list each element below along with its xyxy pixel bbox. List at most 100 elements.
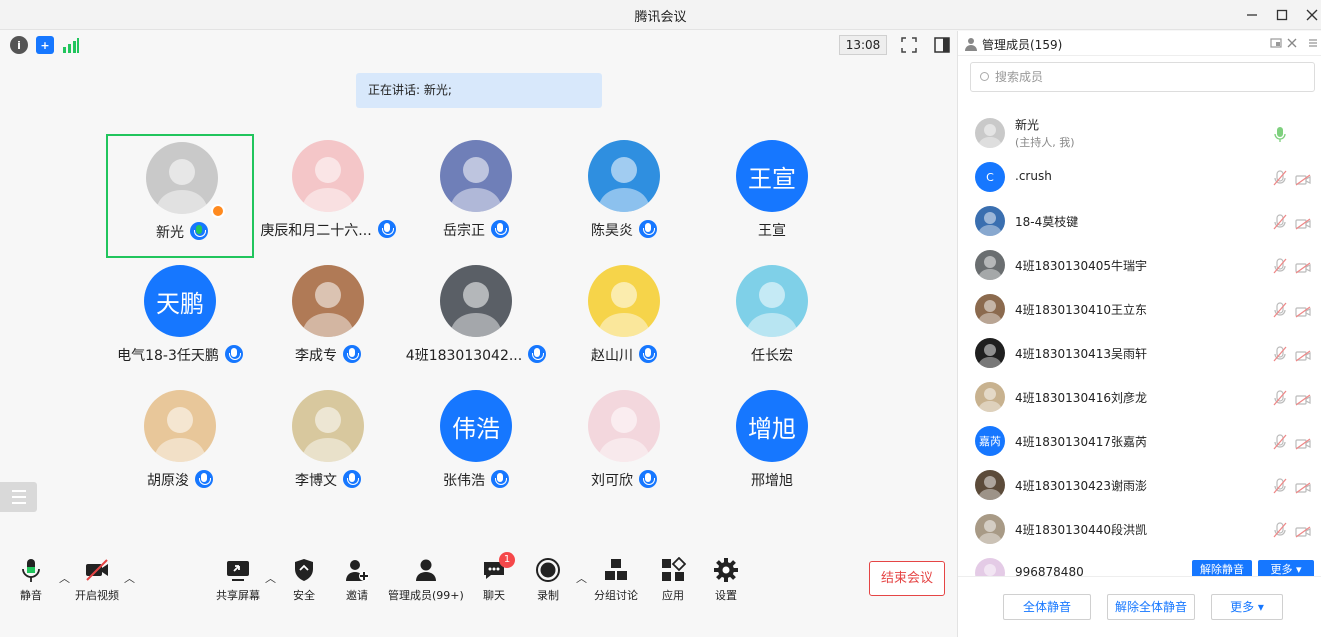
member-mic-muted-icon[interactable] (1273, 258, 1287, 274)
participant-tile[interactable]: 天鹏 电气18-3任天鹏 (106, 259, 254, 383)
participant-name: 赵山川 (550, 345, 698, 365)
member-row[interactable]: C .crush (958, 155, 1321, 199)
member-camera-off-icon[interactable] (1295, 171, 1311, 186)
member-mic-on-icon[interactable] (1273, 126, 1287, 142)
participant-name: 庚辰和月二十六... (254, 220, 402, 240)
breakout-label: 分组讨论 (594, 589, 638, 602)
minimize-button[interactable] (1240, 3, 1264, 27)
record-options-chevron[interactable]: ︿ (576, 570, 587, 586)
maximize-button[interactable] (1270, 3, 1294, 27)
panel-menu-icon[interactable] (1308, 37, 1318, 49)
member-camera-off-icon[interactable] (1295, 523, 1311, 538)
member-camera-off-icon[interactable] (1295, 391, 1311, 406)
mute-all-button[interactable]: 全体静音 (1003, 594, 1091, 620)
member-name: 4班1830130440段洪凯 (1015, 523, 1147, 537)
signal-icon[interactable] (62, 36, 80, 54)
invite-button[interactable]: 邀请 (344, 552, 370, 603)
member-mic-muted-icon[interactable] (1273, 478, 1287, 494)
member-mic-muted-icon[interactable] (1273, 214, 1287, 230)
share-options-chevron[interactable]: ︿ (265, 570, 276, 586)
panel-close-icon[interactable] (1286, 37, 1298, 49)
record-button[interactable]: 录制 (535, 552, 561, 603)
footer-more-button[interactable]: 更多 ▾ (1211, 594, 1283, 620)
footer-more-label: 更多 (1230, 600, 1255, 614)
participant-tile[interactable]: 刘可欣 (550, 384, 698, 508)
participant-tile[interactable]: 李成专 (254, 259, 402, 383)
close-button[interactable] (1300, 3, 1321, 27)
participant-avatar (146, 142, 218, 214)
fullscreen-icon[interactable] (900, 36, 918, 54)
participant-avatar (588, 390, 660, 462)
participant-tile[interactable]: 王宣 王宣 (698, 134, 846, 258)
meeting-clock: 13:08 (839, 35, 887, 55)
chat-button[interactable]: 1 聊天 (481, 552, 515, 603)
member-mic-muted-icon[interactable] (1273, 390, 1287, 406)
member-row[interactable]: 4班1830130440段洪凯 (958, 507, 1321, 551)
member-row[interactable]: 嘉芮 4班1830130417张嘉芮 (958, 419, 1321, 463)
shield-icon[interactable]: + (36, 36, 54, 54)
security-button[interactable]: 安全 (291, 552, 317, 603)
member-row[interactable]: 4班1830130405牛瑞宇 (958, 243, 1321, 287)
video-options-chevron[interactable]: ︿ (124, 570, 135, 586)
member-mic-muted-icon[interactable] (1273, 346, 1287, 362)
member-row[interactable]: 新光 (主持人, 我) (958, 111, 1321, 155)
end-meeting-button[interactable]: 结束会议 (869, 561, 945, 596)
participant-tile[interactable]: 4班183013042... (402, 259, 550, 383)
microphone-icon (639, 220, 657, 238)
member-camera-off-icon[interactable] (1295, 259, 1311, 274)
sidebar-toggle-icon[interactable] (933, 36, 951, 54)
members-panel-title: 管理成员(159) (982, 38, 1063, 52)
participant-tile[interactable]: 庚辰和月二十六... (254, 134, 402, 258)
members-icon (413, 557, 439, 583)
popout-icon[interactable] (1270, 37, 1282, 49)
chat-unread-badge: 1 (499, 552, 515, 568)
participant-tile[interactable]: 伟浩 张伟浩 (402, 384, 550, 508)
member-camera-off-icon[interactable] (1295, 303, 1311, 318)
member-mic-muted-icon[interactable] (1273, 170, 1287, 186)
participant-avatar (292, 265, 364, 337)
participant-tile[interactable]: 胡原浚 (106, 384, 254, 508)
participant-tile[interactable]: 增旭 邢增旭 (698, 384, 846, 508)
apps-button[interactable]: 应用 (660, 552, 687, 603)
participant-tile[interactable]: 李博文 (254, 384, 402, 508)
participant-avatar (588, 265, 660, 337)
participant-tile[interactable]: 新光 (106, 134, 254, 258)
member-mic-muted-icon[interactable] (1273, 434, 1287, 450)
chat-list-toggle[interactable] (0, 482, 37, 512)
start-video-button[interactable]: 开启视频 (75, 552, 119, 603)
participant-avatar: 王宣 (736, 140, 808, 212)
member-row[interactable]: 4班1830130416刘彦龙 (958, 375, 1321, 419)
participant-name-text: 胡原浚 (147, 473, 189, 489)
member-camera-off-icon[interactable] (1295, 347, 1311, 362)
member-row[interactable]: 4班1830130413吴雨轩 (958, 331, 1321, 375)
share-screen-button[interactable]: 共享屏幕 (216, 552, 260, 603)
member-camera-off-icon[interactable] (1295, 435, 1311, 450)
member-row[interactable]: 4班1830130410王立东 (958, 287, 1321, 331)
participant-tile[interactable]: 岳宗正 (402, 134, 550, 258)
chat-label: 聊天 (483, 589, 505, 602)
participant-tile[interactable]: 陈昊炎 (550, 134, 698, 258)
member-row[interactable]: 4班1830130423谢雨澎 (958, 463, 1321, 507)
participant-tile[interactable]: 赵山川 (550, 259, 698, 383)
member-row[interactable]: 18-4莫枝键 (958, 199, 1321, 243)
participant-name-text: 邢增旭 (751, 473, 793, 489)
participant-tile[interactable]: 任长宏 (698, 259, 846, 383)
member-mic-muted-icon[interactable] (1273, 302, 1287, 318)
unmute-all-button[interactable]: 解除全体静音 (1107, 594, 1195, 620)
member-camera-off-icon[interactable] (1295, 479, 1311, 494)
breakout-button[interactable]: 分组讨论 (594, 552, 638, 603)
microphone-icon (343, 470, 361, 488)
microphone-icon (195, 470, 213, 488)
mute-options-chevron[interactable]: ︿ (59, 570, 70, 586)
invite-user-icon (344, 557, 370, 583)
participant-avatar (440, 140, 512, 212)
member-camera-off-icon[interactable] (1295, 215, 1311, 230)
member-search-input[interactable]: 搜索成员 (970, 62, 1315, 92)
mute-button[interactable]: 静音 (18, 552, 44, 603)
settings-button[interactable]: 设置 (713, 552, 739, 603)
member-name: 4班1830130413吴雨轩 (1015, 347, 1147, 361)
member-mic-muted-icon[interactable] (1273, 522, 1287, 538)
participant-name-text: 庚辰和月二十六... (260, 223, 372, 239)
info-icon[interactable]: i (10, 36, 28, 54)
manage-members-button[interactable]: 管理成员(99+) (388, 552, 464, 603)
